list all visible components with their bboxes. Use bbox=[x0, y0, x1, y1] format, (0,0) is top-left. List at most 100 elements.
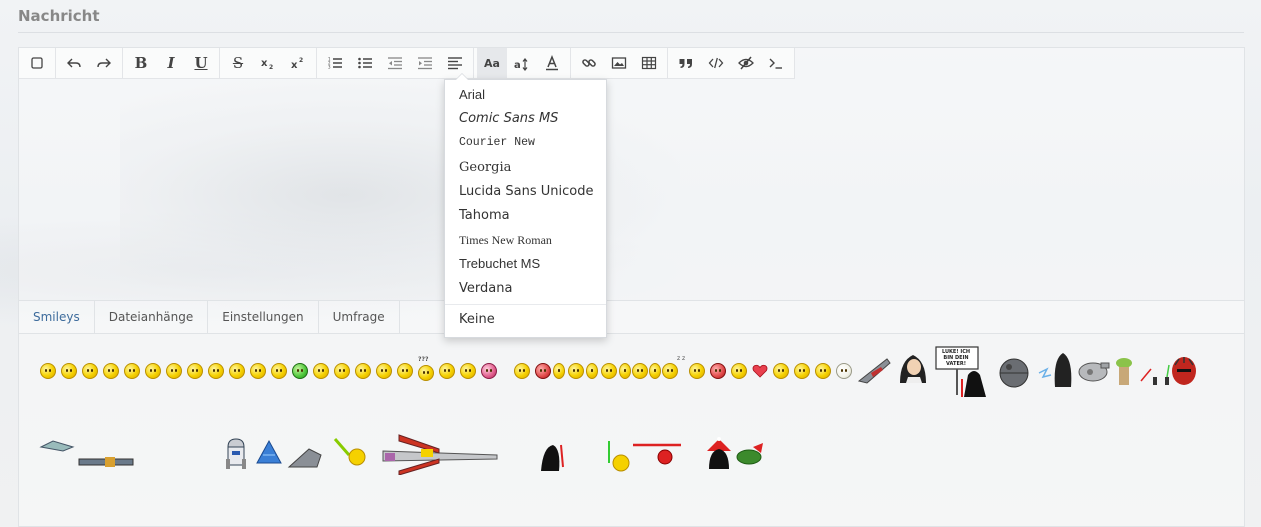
undo-icon bbox=[67, 58, 81, 68]
spoiler-button[interactable] bbox=[731, 48, 761, 78]
smiley-sad-icon[interactable] bbox=[61, 363, 77, 379]
smiley-shock-icon[interactable] bbox=[271, 363, 287, 379]
lightsaber-duel-icon[interactable] bbox=[1137, 361, 1173, 387]
smiley-sleep-icon[interactable] bbox=[662, 363, 678, 379]
font-option-none[interactable]: Keine bbox=[445, 308, 606, 332]
jedi-lightsaber-icon[interactable] bbox=[333, 437, 367, 467]
yoda-icon[interactable] bbox=[1114, 355, 1134, 389]
font-option-arial[interactable]: Arial bbox=[445, 83, 606, 107]
smiley-devil-icon[interactable] bbox=[710, 363, 726, 379]
jedi-smiley-icon[interactable] bbox=[605, 439, 631, 473]
smiley-thinking-icon[interactable] bbox=[568, 363, 584, 379]
sith-icon[interactable] bbox=[539, 441, 567, 473]
smiley-bigeyes-icon[interactable] bbox=[250, 363, 266, 379]
table-button[interactable] bbox=[634, 48, 664, 78]
smiley-laugh-icon[interactable] bbox=[187, 363, 203, 379]
smiley-happy-icon[interactable] bbox=[40, 363, 56, 379]
smiley-biggrin-icon[interactable] bbox=[601, 363, 617, 379]
r2d2-icon[interactable] bbox=[224, 437, 248, 471]
bold-button[interactable]: B bbox=[126, 48, 156, 78]
tab-attachments[interactable]: Dateianhänge bbox=[95, 301, 209, 333]
underline-button[interactable]: U bbox=[186, 48, 216, 78]
font-size-button[interactable]: a bbox=[507, 48, 537, 78]
smiley-confused-icon[interactable] bbox=[334, 363, 350, 379]
redo-button[interactable] bbox=[89, 48, 119, 78]
tab-poll[interactable]: Umfrage bbox=[319, 301, 400, 333]
smiley-dead-icon[interactable] bbox=[376, 363, 392, 379]
smiley-angel-icon[interactable] bbox=[731, 363, 747, 379]
smiley-eek-icon[interactable] bbox=[460, 363, 476, 379]
link-button[interactable] bbox=[574, 48, 604, 78]
hologram-icon[interactable] bbox=[255, 439, 283, 465]
font-option-verdana[interactable]: Verdana bbox=[445, 277, 606, 301]
heart-icon[interactable] bbox=[752, 364, 768, 378]
font-option-comic-sans[interactable]: Comic Sans MS bbox=[445, 107, 606, 131]
speeder-icon[interactable] bbox=[39, 433, 135, 473]
smiley-rolleyes-icon[interactable] bbox=[355, 363, 371, 379]
smiley-shades-icon[interactable] bbox=[632, 363, 648, 379]
santa-vader-icon[interactable] bbox=[705, 437, 733, 471]
ordered-list-button[interactable]: 123 bbox=[320, 48, 350, 78]
smiley-kiss-icon[interactable] bbox=[481, 363, 497, 379]
smiley-no-icon[interactable] bbox=[815, 363, 831, 379]
starship-icon[interactable] bbox=[287, 445, 323, 469]
smiley-bored-icon[interactable] bbox=[689, 363, 705, 379]
smiley-wink-icon[interactable] bbox=[82, 363, 98, 379]
code-button[interactable] bbox=[701, 48, 731, 78]
smiley-exclamation-icon[interactable] bbox=[773, 363, 789, 379]
terminal-button[interactable] bbox=[761, 48, 791, 78]
smiley-ok-icon[interactable] bbox=[649, 363, 661, 379]
smiley-surprised-icon[interactable] bbox=[229, 363, 245, 379]
millennium-falcon-icon[interactable] bbox=[1077, 359, 1111, 383]
font-family-button[interactable]: Aa bbox=[477, 48, 507, 78]
santa-yoda-icon[interactable] bbox=[735, 441, 767, 467]
image-button[interactable] bbox=[604, 48, 634, 78]
sith-smiley-icon[interactable] bbox=[629, 439, 685, 465]
toggle-source-button[interactable] bbox=[22, 48, 52, 78]
leia-icon[interactable] bbox=[896, 351, 930, 385]
smiley-blush-icon[interactable] bbox=[124, 363, 140, 379]
death-star-icon[interactable] bbox=[998, 357, 1030, 389]
smiley-tongue-icon[interactable] bbox=[103, 363, 119, 379]
smiley-question-icon[interactable] bbox=[794, 363, 810, 379]
superscript-button[interactable]: x2 bbox=[283, 48, 313, 78]
font-option-tahoma[interactable]: Tahoma bbox=[445, 204, 606, 228]
font-option-courier-new[interactable]: Courier New bbox=[445, 131, 606, 155]
darth-maul-icon[interactable] bbox=[1169, 355, 1199, 389]
outdent-button[interactable] bbox=[380, 48, 410, 78]
smiley-hand-icon[interactable] bbox=[619, 363, 631, 379]
smiley-angry-icon[interactable] bbox=[208, 363, 224, 379]
font-option-times-new-roman[interactable]: Times New Roman bbox=[445, 228, 606, 252]
emperor-lightning-icon[interactable] bbox=[1037, 349, 1077, 389]
smiley-ghost-icon[interactable] bbox=[836, 363, 852, 379]
smiley-thumbsup-icon[interactable] bbox=[586, 363, 598, 379]
smiley-cool-icon[interactable] bbox=[397, 363, 413, 379]
smiley-cry-icon[interactable] bbox=[166, 363, 182, 379]
star-destroyer-icon[interactable] bbox=[857, 355, 891, 385]
font-option-lucida-sans[interactable]: Lucida Sans Unicode bbox=[445, 180, 606, 204]
italic-button[interactable]: I bbox=[156, 48, 186, 78]
tab-settings[interactable]: Einstellungen bbox=[208, 301, 319, 333]
dropdown-caret bbox=[455, 73, 469, 80]
underline-icon: U bbox=[194, 54, 208, 72]
font-option-trebuchet[interactable]: Trebuchet MS bbox=[445, 252, 606, 276]
smiley-smirk-icon[interactable] bbox=[439, 363, 455, 379]
smiley-mad-icon[interactable] bbox=[535, 363, 551, 379]
smiley-puzzled-icon[interactable] bbox=[418, 365, 434, 381]
undo-button[interactable] bbox=[59, 48, 89, 78]
smiley-grin-icon[interactable] bbox=[145, 363, 161, 379]
indent-button[interactable] bbox=[410, 48, 440, 78]
smiley-sick-icon[interactable] bbox=[292, 363, 308, 379]
strikethrough-button[interactable]: S bbox=[223, 48, 253, 78]
smiley-pray-icon[interactable] bbox=[553, 363, 565, 379]
subscript-button[interactable]: x2 bbox=[253, 48, 283, 78]
quote-button[interactable] bbox=[671, 48, 701, 78]
font-color-button[interactable] bbox=[537, 48, 567, 78]
toolbar-group-script: S x2 x2 bbox=[220, 48, 317, 78]
smiley-whistle-icon[interactable] bbox=[514, 363, 530, 379]
font-option-georgia[interactable]: Georgia bbox=[445, 156, 606, 180]
tab-smileys[interactable]: Smileys bbox=[19, 301, 95, 333]
x-wing-icon[interactable] bbox=[379, 431, 501, 475]
unordered-list-button[interactable] bbox=[350, 48, 380, 78]
smiley-neutral-icon[interactable] bbox=[313, 363, 329, 379]
